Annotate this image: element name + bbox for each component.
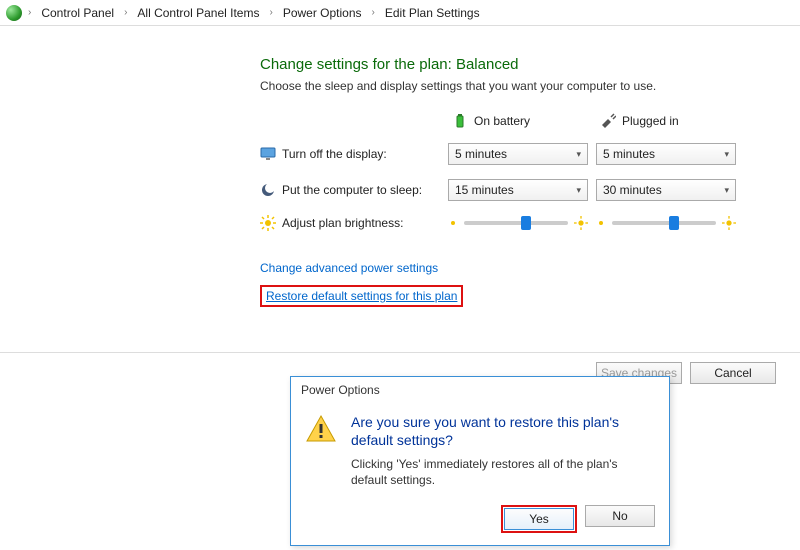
sun-bright-icon [574,216,588,230]
display-battery-select[interactable]: 5 minutes ▾ [448,143,588,165]
column-label: On battery [474,114,530,128]
chevron-down-icon: ▾ [576,149,581,160]
restore-highlight-box: Restore default settings for this plan [260,285,463,307]
breadcrumb-item[interactable]: Power Options [279,4,366,22]
plug-icon [600,113,616,129]
sun-dim-icon [596,218,606,228]
chevron-right-icon: › [370,7,377,18]
sleep-battery-select[interactable]: 15 minutes ▾ [448,179,588,201]
chevron-down-icon: ▾ [724,185,729,196]
chevron-down-icon: ▾ [724,149,729,160]
brightness-plugged-slider[interactable] [596,216,736,230]
chevron-right-icon: › [267,7,274,18]
advanced-settings-link[interactable]: Change advanced power settings [260,261,438,275]
slider-track[interactable] [464,221,568,225]
warning-icon [305,413,337,445]
column-label: Plugged in [622,114,679,128]
moon-icon [260,182,276,198]
cancel-button[interactable]: Cancel [690,362,776,384]
no-button[interactable]: No [585,505,655,527]
chevron-down-icon: ▾ [576,185,581,196]
column-plugged-in: Plugged in [596,113,736,129]
yes-highlight-box: Yes [501,505,577,533]
select-value: 30 minutes [603,183,662,197]
column-on-battery: On battery [448,113,588,129]
slider-thumb[interactable] [521,216,531,230]
sun-dim-icon [448,218,458,228]
dialog-title: Power Options [291,377,669,403]
restore-defaults-link[interactable]: Restore default settings for this plan [266,289,457,303]
yes-button[interactable]: Yes [504,508,574,530]
breadcrumb: › Control Panel › All Control Panel Item… [0,0,800,26]
settings-grid: On battery Plugged in Turn off the displ… [260,113,770,231]
breadcrumb-item[interactable]: Control Panel [37,4,118,22]
chevron-right-icon: › [122,7,129,18]
links-section: Change advanced power settings Restore d… [260,261,770,307]
select-value: 5 minutes [603,147,655,161]
page-subtitle: Choose the sleep and display settings th… [260,79,770,93]
brightness-battery-slider[interactable] [448,216,588,230]
page-title: Change settings for the plan: Balanced [260,56,770,73]
dialog-heading: Are you sure you want to restore this pl… [351,413,655,449]
breadcrumb-item[interactable]: All Control Panel Items [133,4,263,22]
row-label-text: Adjust plan brightness: [282,216,403,230]
row-label-text: Turn off the display: [282,147,387,161]
monitor-icon [260,146,276,162]
dialog-body-text: Clicking 'Yes' immediately restores all … [351,457,655,488]
sun-icon [260,215,276,231]
row-brightness: Adjust plan brightness: [260,215,440,231]
confirm-dialog: Power Options Are you sure you want to r… [290,376,670,546]
main-content: Change settings for the plan: Balanced C… [0,26,800,307]
display-plugged-select[interactable]: 5 minutes ▾ [596,143,736,165]
row-display: Turn off the display: [260,146,440,162]
sun-bright-icon [722,216,736,230]
row-label-text: Put the computer to sleep: [282,183,422,197]
slider-track[interactable] [612,221,716,225]
power-options-icon [6,5,22,21]
slider-thumb[interactable] [669,216,679,230]
chevron-right-icon: › [26,7,33,18]
breadcrumb-item[interactable]: Edit Plan Settings [381,4,484,22]
battery-icon [452,113,468,129]
sleep-plugged-select[interactable]: 30 minutes ▾ [596,179,736,201]
footer-separator [0,352,800,353]
dialog-buttons: Yes No [291,495,669,545]
row-sleep: Put the computer to sleep: [260,182,440,198]
select-value: 15 minutes [455,183,514,197]
select-value: 5 minutes [455,147,507,161]
